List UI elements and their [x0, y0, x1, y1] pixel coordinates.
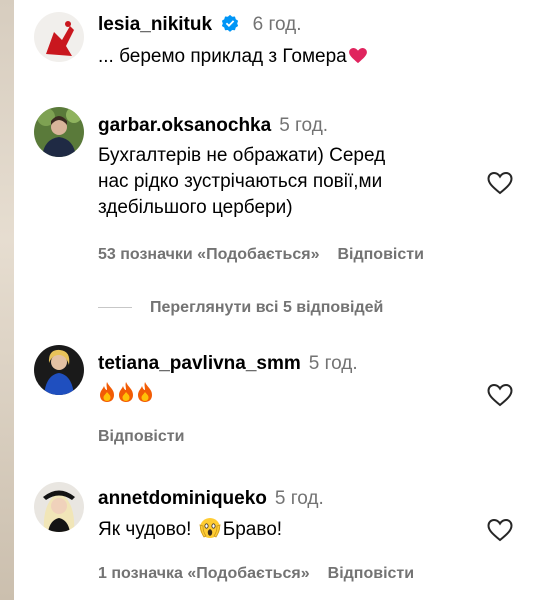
comment-time[interactable]: 5 год.: [309, 353, 358, 374]
comment-header: lesia_nikituk 6 год.: [98, 14, 302, 36]
divider-line: [98, 307, 132, 309]
likes-count[interactable]: 53 позначки «Подобається»: [98, 246, 319, 263]
red-heart-emoji: [348, 46, 367, 64]
reply-button[interactable]: Відповісти: [98, 428, 184, 445]
comment-actions: 1 позначка «Подобається» Відповісти: [98, 564, 414, 584]
reply-button[interactable]: Відповісти: [337, 246, 423, 263]
comment-text-line: нас рідко зустрічаються повії,ми: [98, 171, 383, 192]
comment-text: [98, 381, 155, 408]
comment-text: ... беремо приклад з Гомера: [98, 44, 367, 70]
heart-outline-icon: [487, 383, 513, 407]
comment-tetiana-pavlivna-smm: tetiana_pavlivna_smm 5 год. Відповісти: [34, 345, 535, 450]
view-replies-button[interactable]: Переглянути всі 5 відповідей: [98, 298, 383, 318]
fire-emoji: [98, 381, 116, 403]
comment-text-part: Як чудово!: [98, 519, 192, 540]
like-button[interactable]: [487, 518, 513, 542]
likes-count[interactable]: 1 позначка «Подобається»: [98, 565, 310, 582]
username[interactable]: tetiana_pavlivna_smm: [98, 353, 301, 374]
comment-time[interactable]: 5 год.: [279, 115, 328, 136]
username[interactable]: lesia_nikituk: [98, 14, 212, 35]
comment-text-content: ... беремо приклад з Гомера: [98, 46, 347, 67]
comment-text-line: здебільшого цербери): [98, 197, 293, 218]
comment-header: tetiana_pavlivna_smm 5 год.: [98, 353, 358, 375]
comment-lesia-nikituk: lesia_nikituk 6 год. ... беремо приклад …: [34, 12, 535, 82]
comment-header: garbar.oksanochka 5 год.: [98, 115, 328, 137]
fire-emoji: [136, 381, 154, 403]
reply-button[interactable]: Відповісти: [328, 565, 414, 582]
comment-garbar-oksanochka: garbar.oksanochka 5 год. Бухгалтерів не о…: [34, 107, 535, 267]
comment-text-line: Бухгалтерів не ображати) Серед: [98, 145, 386, 166]
verified-badge-icon: [221, 14, 239, 32]
username[interactable]: garbar.oksanochka: [98, 115, 271, 136]
username[interactable]: annetdominiqueko: [98, 488, 267, 509]
comment-actions: Відповісти: [98, 427, 184, 447]
heart-outline-icon: [487, 171, 513, 195]
comment-actions: 53 позначки «Подобається» Відповісти: [98, 245, 424, 265]
comment-text: Як чудово! Браво!: [98, 517, 282, 543]
comment-text-part: Браво!: [222, 519, 283, 540]
view-replies-label: Переглянути всі 5 відповідей: [150, 299, 384, 316]
avatar[interactable]: [34, 107, 84, 157]
comment-time[interactable]: 6 год.: [253, 14, 302, 35]
like-button[interactable]: [487, 383, 513, 407]
heart-outline-icon: [487, 518, 513, 542]
background-edge: [0, 0, 14, 600]
fire-emoji: [117, 381, 135, 403]
comment-time[interactable]: 5 год.: [275, 488, 324, 509]
comment-header: annetdominiqueko 5 год.: [98, 488, 324, 510]
avatar[interactable]: [34, 345, 84, 395]
comment-annetdominiqueko: annetdominiqueko 5 год. Як чудово! Браво!…: [34, 482, 535, 587]
comment-text: Бухгалтерів не ображати) Серед нас рідко…: [98, 143, 385, 221]
avatar[interactable]: [34, 482, 84, 532]
like-button[interactable]: [487, 171, 513, 195]
face-screaming-emoji: [199, 517, 221, 539]
avatar[interactable]: [34, 12, 84, 62]
